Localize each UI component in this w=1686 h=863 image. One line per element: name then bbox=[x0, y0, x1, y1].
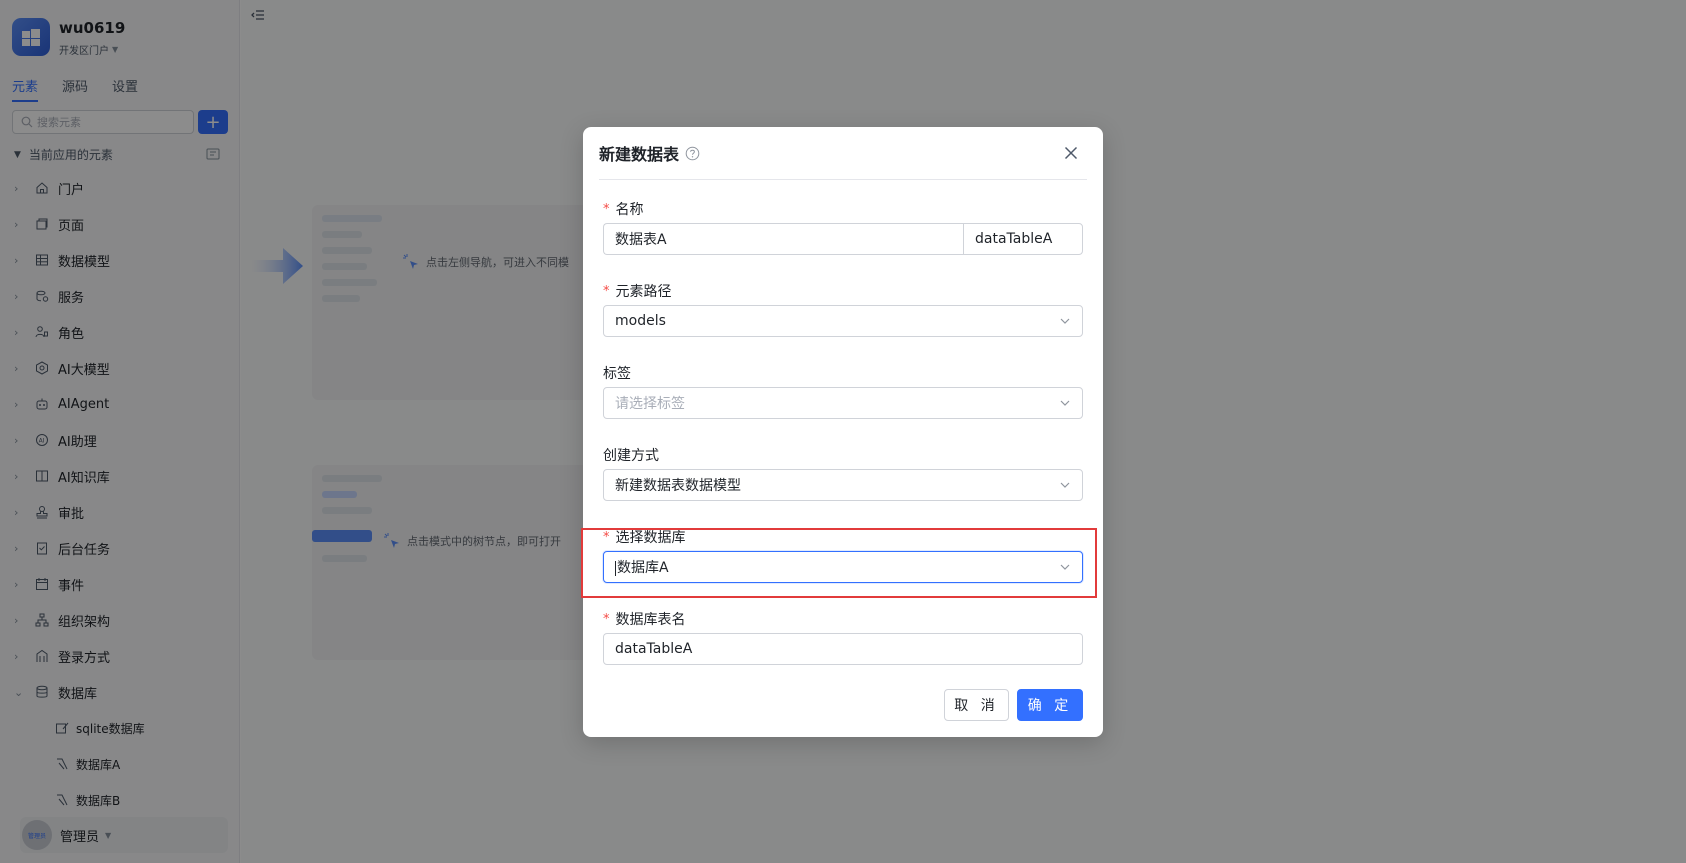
required-mark: * bbox=[603, 201, 610, 217]
method-label-text: 创建方式 bbox=[603, 448, 659, 464]
path-value: models bbox=[615, 313, 666, 329]
database-select[interactable]: 数据库A bbox=[603, 551, 1083, 583]
required-mark: * bbox=[603, 529, 610, 545]
table-name-input[interactable]: dataTableA bbox=[603, 633, 1083, 665]
close-icon[interactable] bbox=[1061, 143, 1081, 163]
method-select[interactable]: 新建数据表数据模型 bbox=[603, 469, 1083, 501]
text-cursor bbox=[615, 560, 616, 576]
name-code-value: dataTableA bbox=[975, 231, 1053, 247]
dialog-header: 新建数据表 bbox=[599, 127, 1087, 180]
tags-label-text: 标签 bbox=[603, 366, 631, 382]
table-name-value: dataTableA bbox=[615, 641, 693, 657]
chevron-down-icon bbox=[1059, 315, 1071, 327]
tags-select[interactable]: 请选择标签 bbox=[603, 387, 1083, 419]
name-code-input[interactable]: dataTableA bbox=[963, 223, 1083, 255]
method-label: 创建方式 bbox=[603, 445, 659, 465]
name-value: 数据表A bbox=[615, 232, 667, 248]
table-name-label: * 数据库表名 bbox=[603, 609, 686, 629]
name-input[interactable]: 数据表A bbox=[603, 223, 963, 255]
chevron-down-icon bbox=[1059, 397, 1071, 409]
chevron-down-icon bbox=[1059, 479, 1071, 491]
tags-label: 标签 bbox=[603, 363, 631, 383]
path-label-text: 元素路径 bbox=[615, 284, 672, 300]
new-table-dialog: 新建数据表 * 名称 数据表A dataTableA * 元素路径 models… bbox=[583, 127, 1103, 737]
required-mark: * bbox=[603, 611, 610, 627]
path-label: * 元素路径 bbox=[603, 281, 672, 301]
name-label: * 名称 bbox=[603, 199, 644, 219]
name-label-text: 名称 bbox=[615, 202, 644, 218]
confirm-button[interactable]: 确 定 bbox=[1017, 689, 1083, 721]
cancel-button[interactable]: 取 消 bbox=[944, 689, 1009, 721]
tags-placeholder: 请选择标签 bbox=[615, 396, 685, 412]
database-value: 数据库A bbox=[617, 560, 669, 576]
chevron-down-icon bbox=[1059, 561, 1071, 573]
required-mark: * bbox=[603, 283, 610, 299]
database-label-text: 选择数据库 bbox=[615, 530, 686, 546]
help-icon[interactable] bbox=[685, 146, 700, 161]
database-label: * 选择数据库 bbox=[603, 527, 686, 547]
method-value: 新建数据表数据模型 bbox=[615, 478, 741, 494]
path-select[interactable]: models bbox=[603, 305, 1083, 337]
table-name-label-text: 数据库表名 bbox=[615, 612, 686, 628]
dialog-title: 新建数据表 bbox=[599, 145, 680, 164]
